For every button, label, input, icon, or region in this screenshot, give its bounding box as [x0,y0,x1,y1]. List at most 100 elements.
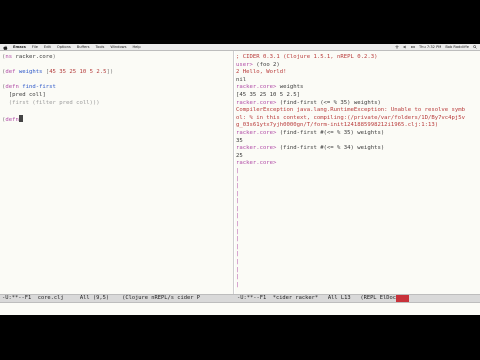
menu-options[interactable]: Options [57,45,71,49]
empty-line-marker: | [236,183,240,190]
search-icon[interactable] [473,45,477,49]
empty-line-marker: | [236,259,240,266]
menubar-user[interactable]: Bob Radcliffe [445,45,469,49]
empty-line-marker: | [236,167,240,174]
code-token: racker.core> [236,84,280,91]
wifi-icon[interactable] [395,45,399,49]
code-token: 45 35 25 10 5 2.5 [49,69,107,76]
repl-output: ; CIDER 0.3.1 (Clojure 1.5.1, nREPL 0.2.… [236,54,480,289]
code-line: g_03s61ytx7yjh0000gn/T/form-init12418859… [236,122,480,130]
code-line: nil [236,77,480,85]
empty-line-marker: | [236,243,240,250]
menu-file[interactable]: File [32,45,38,49]
code-token: (find-first (<= % 35) weights) [279,99,381,106]
code-line: (ns racker.core) [2,54,233,62]
code-token: nil [236,76,247,83]
code-line: racker.core> weights [236,84,480,92]
code-token: user> [236,61,257,68]
code-line: [pred coll] [2,92,233,100]
code-token: ; CIDER 0.3.1 (Clojure 1.5.1, nREPL 0.2.… [236,54,378,60]
empty-line-marker: | [236,198,240,205]
code-token: (find-first #(<= % 34) weights) [279,145,385,152]
mode-line-right-text: -U:**--F1 *cider racker* All L13 (REPL E… [237,295,397,301]
editor-pane-core-clj[interactable]: (ns racker.core) (def weights [45 35 25 1… [0,51,234,294]
code-token: def [5,69,16,76]
letterbox-bottom [0,315,480,360]
code-line: (def weights [45 35 25 10 5 2.5]) [2,69,233,77]
code-line: (first (filter pred coll))) [2,100,233,108]
code-token: 25 [236,152,243,159]
code-line: racker.core> (find-first (<= % 35) weigh… [236,100,480,108]
empty-line-marker: | [236,221,240,228]
code-line: ; CIDER 0.3.1 (Clojure 1.5.1, nREPL 0.2.… [236,54,480,62]
empty-line-marker: | [236,274,240,281]
letterbox-top [0,0,480,44]
code-token: g_03s61ytx7yjh0000gn/T/form-init12418859… [236,122,439,129]
text-cursor [18,114,23,122]
empty-line-marker: | [236,236,240,243]
battery-icon[interactable] [411,45,415,49]
code-token: racker.core> [236,99,280,106]
code-token: ) [52,54,56,60]
menu-app-name[interactable]: Emacs [13,45,26,49]
empty-line-marker: | [236,228,240,235]
code-line: racker.core> (find-first #(<= % 34) weig… [236,145,480,153]
menu-tools[interactable]: Tools [96,45,105,49]
code-token: find-first [18,84,56,91]
empty-line-marker: | [236,190,240,197]
code-token: weights [279,84,304,91]
source-code: (ns racker.core) (def weights [45 35 25 1… [2,54,233,123]
volume-icon[interactable] [403,45,407,49]
menu-edit[interactable]: Edit [44,45,51,49]
code-line: racker.core> [236,160,480,168]
code-token: ol: % in this context, compiling:(/priva… [236,114,466,121]
code-line: ol: % in this context, compiling:(/priva… [236,115,480,123]
empty-line-marker: | [236,213,240,220]
menubar-clock[interactable]: Thu 7:32 PM [419,45,441,49]
apple-icon[interactable] [3,45,8,50]
code-line: 25 [236,153,480,161]
os-menubar: Emacs File Edit Options Buffers Tools Wi… [0,44,480,51]
mode-line: -U:**--F1 core.clj All (9,5) (Clojure nR… [0,294,480,303]
mode-line-right: -U:**--F1 *cider racker* All L13 (REPL E… [237,295,410,302]
code-line: 2 Hello, World! [236,69,480,77]
code-line: (defn find-first [2,84,233,92]
menu-buffers[interactable]: Buffers [77,45,90,49]
code-line: [45 35 25 10 5 2.5] [236,92,480,100]
empty-line-marker: | [236,251,240,258]
code-token: weights [15,69,43,76]
code-line: 35 [236,138,480,146]
code-token: [45 35 25 10 5 2.5] [236,91,300,98]
empty-line-marker: | [236,281,240,288]
code-line: CompilerException java.lang.RuntimeExcep… [236,107,480,115]
empty-line-marker: | [236,266,240,273]
mode-line-red-indicator [396,295,410,302]
code-line: user> (foo 2) [236,62,480,70]
empty-line-marker: | [236,175,240,182]
code-token: defn [5,84,19,91]
code-token: 35 [236,137,243,144]
code-token: (foo 2) [256,61,280,68]
code-token: racker.core> [236,145,280,152]
empty-line-marker: | [236,205,240,212]
code-token: (find-first #(<= % 35) weights) [279,129,385,136]
code-token: racker.core [12,54,53,60]
menubar-status-area: Thu 7:32 PM Bob Radcliffe [391,45,480,49]
code-line: racker.core> (find-first #(<= % 35) weig… [236,130,480,138]
code-token: racker.core> [236,129,280,136]
echo-area[interactable] [0,303,480,315]
code-token: racker.core> [236,160,280,167]
code-token: CompilerException java.lang.RuntimeExcep… [236,107,466,114]
code-token: ]) [106,69,114,76]
mode-line-left: -U:**--F1 core.clj All (9,5) (Clojure nR… [2,295,200,301]
menu-windows[interactable]: Windows [110,45,126,49]
code-token: 2 Hello, World! [236,69,287,76]
menu-help[interactable]: Help [132,45,140,49]
code-token: [pred coll] [2,91,46,98]
editor-pane-cider-repl[interactable]: ; CIDER 0.3.1 (Clojure 1.5.1, nREPL 0.2.… [235,51,480,294]
code-token: (first (filter pred coll))) [2,99,100,106]
code-line: (defn [2,114,233,123]
